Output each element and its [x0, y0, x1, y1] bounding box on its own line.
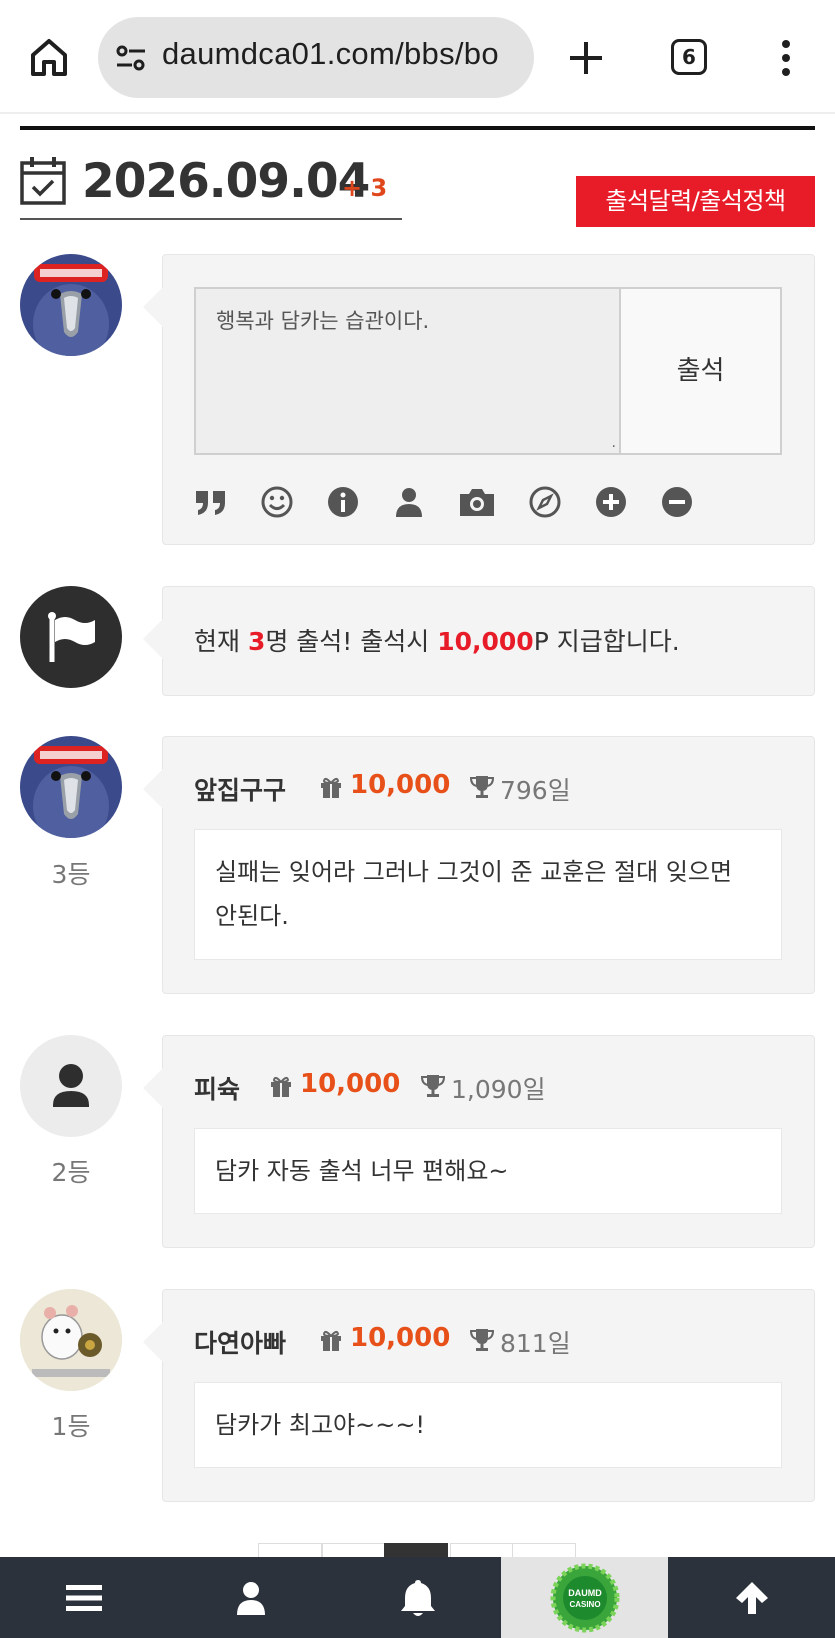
nav-profile-button[interactable] [167, 1557, 334, 1638]
penguin-avatar-icon [20, 736, 122, 838]
tab-switcher-button[interactable]: 6 [671, 39, 707, 75]
attendance-composer: 행복과 담카는 습관이다. . 출석 [143, 254, 815, 545]
browser-toolbar: daumdca01.com/bbs/bo 6 [0, 0, 835, 114]
user-icon[interactable] [392, 485, 426, 519]
new-tab-icon[interactable] [566, 38, 606, 78]
top-divider [20, 126, 815, 130]
attendance-notice: 현재 3명 출석! 출석시 10,000P 지급합니다. [143, 586, 815, 696]
entry-rank: 1등 [51, 1412, 91, 1441]
reward-points: 10,000 [437, 627, 534, 656]
site-settings-icon[interactable] [114, 41, 148, 75]
entry-message: 담카가 최고야~~~! [194, 1382, 782, 1468]
svg-text:DAUMD: DAUMD [568, 1588, 602, 1598]
calendar-check-icon [20, 157, 66, 205]
home-icon[interactable] [28, 36, 70, 78]
trophy-icon [469, 776, 495, 798]
resize-handle[interactable]: . [612, 435, 616, 451]
hamster-avatar-icon [20, 1289, 122, 1391]
list-item: 피슉 10,000 1,090일 담카 자동 출석 너무 편해요~ [143, 1035, 815, 1248]
trophy-icon [420, 1075, 446, 1097]
bottom-navigation: DAUMD CASINO [0, 1557, 835, 1638]
compass-icon[interactable] [528, 485, 562, 519]
svg-text:CASINO: CASINO [569, 1600, 600, 1609]
entry-streak-days: 811일 [500, 1329, 571, 1358]
smile-icon[interactable] [260, 485, 294, 519]
nav-scroll-top-button[interactable] [668, 1557, 835, 1638]
gift-icon [321, 1330, 341, 1351]
attendee-count: 3 [247, 627, 266, 656]
nav-home-logo[interactable]: DAUMD CASINO [501, 1557, 668, 1638]
default-user-icon [53, 1064, 89, 1107]
user-icon [236, 1581, 265, 1615]
my-avatar [20, 254, 122, 356]
gift-icon [271, 1076, 291, 1097]
entry-points: 10,000 [350, 1323, 451, 1353]
nav-notifications-button[interactable] [334, 1557, 501, 1638]
attend-submit-button[interactable]: 출석 [619, 287, 782, 455]
bell-icon [400, 1579, 435, 1616]
info-icon[interactable] [326, 485, 360, 519]
address-bar[interactable]: daumdca01.com/bbs/bo [98, 17, 534, 98]
entry-message: 담카 자동 출석 너무 편해요~ [194, 1128, 782, 1214]
entry-avatar[interactable] [20, 1035, 122, 1137]
gift-icon [321, 777, 341, 798]
arrow-up-icon [735, 1581, 768, 1614]
entry-nickname[interactable]: 앞집구구 [194, 771, 286, 807]
minus-circle-icon[interactable] [660, 485, 694, 519]
plus-circle-icon[interactable] [594, 485, 628, 519]
entry-streak-days: 796일 [500, 776, 571, 805]
list-item: 다연아빠 10,000 811일 담카가 최고야~~~! [143, 1289, 815, 1502]
entry-avatar[interactable] [20, 736, 122, 838]
textarea-placeholder: 행복과 담카는 습관이다. [216, 309, 430, 333]
kebab-menu-icon[interactable] [776, 38, 796, 78]
entry-streak-days: 1,090일 [451, 1075, 546, 1104]
flag-avatar [20, 586, 122, 688]
greeting-textarea[interactable]: 행복과 담카는 습관이다. . [194, 287, 619, 455]
attendance-date: 2026.09.04 [82, 154, 370, 209]
nav-menu-button[interactable] [0, 1557, 167, 1638]
attendance-policy-button[interactable]: 출석달력/출석정책 [576, 176, 815, 227]
list-item: 앞집구구 10,000 796일 실패는 잊어라 그러나 그것이 준 교훈은 절… [143, 736, 815, 994]
camera-icon[interactable] [458, 485, 496, 519]
entry-nickname[interactable]: 피슉 [194, 1070, 240, 1106]
trophy-icon [469, 1329, 495, 1351]
date-delta-badge: + 3 [342, 174, 388, 202]
quote-icon[interactable] [194, 485, 228, 519]
menu-icon [65, 1584, 102, 1611]
flag-icon [48, 612, 95, 662]
date-header: 2026.09.04 + 3 [20, 152, 402, 220]
url-text: daumdca01.com/bbs/bo [162, 36, 499, 71]
daum-casino-logo: DAUMD CASINO [550, 1563, 619, 1632]
entry-points: 10,000 [350, 770, 451, 800]
entry-nickname[interactable]: 다연아빠 [194, 1324, 286, 1360]
entry-avatar[interactable] [20, 1289, 122, 1391]
entry-points: 10,000 [300, 1069, 401, 1099]
entry-rank: 3등 [51, 860, 91, 889]
entry-rank: 2등 [51, 1158, 91, 1187]
notice-text: 현재 3명 출석! 출석시 10,000P 지급합니다. [194, 627, 680, 656]
penguin-avatar-icon [20, 254, 122, 356]
entry-message: 실패는 잊어라 그러나 그것이 준 교훈은 절대 잊으면 안된다. [194, 829, 782, 960]
